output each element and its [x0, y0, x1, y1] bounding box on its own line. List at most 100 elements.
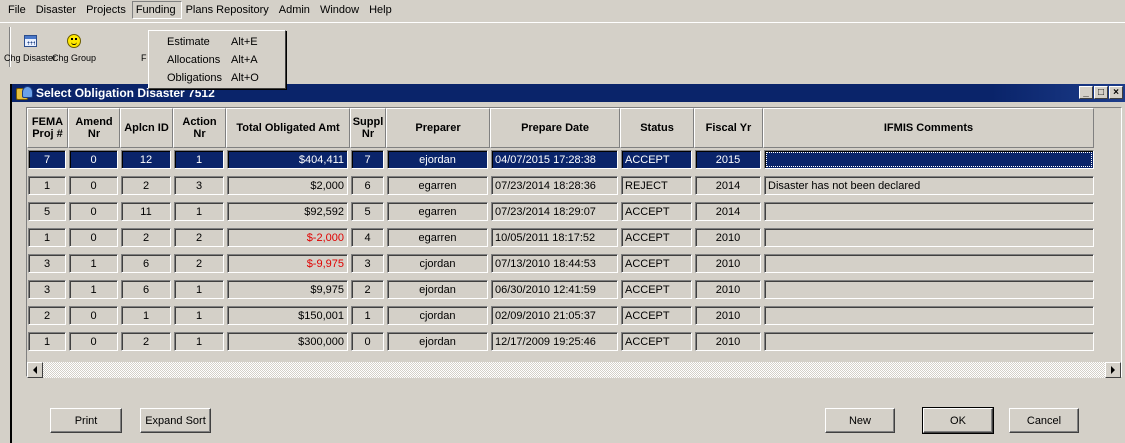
fiscal-yr-header[interactable]: Fiscal Yr — [694, 108, 763, 148]
fiscal-yr-cell[interactable]: 2010 — [695, 306, 761, 325]
total-obligated-amt-cell[interactable]: $9,975 — [227, 280, 348, 299]
table-row[interactable]: 1 0 2 1 $300,000 0 ejordan 12/17/2009 19:25:46 A… — [27, 330, 1123, 351]
menu-item-estimate[interactable]: Estimate Alt+E — [149, 33, 285, 51]
ifmis-comments-cell[interactable] — [764, 202, 1094, 221]
minimize-icon[interactable]: _ — [1079, 86, 1093, 99]
table-row[interactable]: 3 1 6 2 $-9,975 3 cjordan 07/13/2010 18:44:53 AC… — [27, 252, 1123, 273]
suppl-nr-cell[interactable]: 1 — [351, 306, 384, 325]
suppl-nr-cell[interactable]: 7 — [351, 150, 384, 169]
fiscal-yr-cell[interactable]: 2010 — [695, 228, 761, 247]
prepare-date-cell[interactable]: 07/13/2010 18:44:53 — [491, 254, 618, 273]
ifmis-comments-cell[interactable] — [764, 280, 1094, 299]
aplcn-id-cell[interactable]: 2 — [121, 332, 171, 351]
ifmis-comments-cell[interactable]: Disaster has not been declared — [764, 176, 1094, 195]
table-row[interactable]: 2 0 1 1 $150,001 1 cjordan 02/09/2010 21:05:37 A… — [27, 304, 1123, 325]
horizontal-scrollbar[interactable] — [27, 362, 1121, 378]
total-obligated-amt-cell[interactable]: $150,001 — [227, 306, 348, 325]
prepare-date-cell[interactable]: 10/05/2011 18:17:52 — [491, 228, 618, 247]
fema-proj-cell[interactable]: 7 — [28, 150, 66, 169]
close-icon[interactable]: × — [1109, 86, 1123, 99]
amend-nr-cell[interactable]: 0 — [69, 176, 118, 195]
prepare-date-header[interactable]: Prepare Date — [490, 108, 620, 148]
fema-proj-cell[interactable]: 2 — [28, 306, 66, 325]
fema-proj-cell[interactable]: 1 — [28, 176, 66, 195]
aplcn-id-cell[interactable]: 11 — [121, 202, 171, 221]
suppl-nr-cell[interactable]: 6 — [351, 176, 384, 195]
prepare-date-cell[interactable]: 06/30/2010 12:41:59 — [491, 280, 618, 299]
suppl-nr-cell[interactable]: 5 — [351, 202, 384, 221]
amend-nr-cell[interactable]: 1 — [69, 280, 118, 299]
total-obligated-amt-cell[interactable]: $-9,975 — [227, 254, 348, 273]
preparer-cell[interactable]: ejordan — [387, 332, 488, 351]
status-cell[interactable]: ACCEPT — [621, 280, 692, 299]
fiscal-yr-cell[interactable]: 2014 — [695, 202, 761, 221]
expand-sort-button[interactable]: Expand Sort — [140, 408, 211, 433]
preparer-cell[interactable]: cjordan — [387, 254, 488, 273]
menu-funding[interactable]: Funding — [131, 1, 182, 19]
total-obligated-amt-header[interactable]: Total Obligated Amt — [226, 108, 350, 148]
menu-plans-repository[interactable]: Plans Repository — [182, 1, 275, 19]
action-nr-cell[interactable]: 1 — [174, 202, 224, 221]
status-cell[interactable]: ACCEPT — [621, 202, 692, 221]
fiscal-yr-cell[interactable]: 2010 — [695, 332, 761, 351]
menu-disaster[interactable]: Disaster — [32, 1, 82, 19]
suppl-nr-cell[interactable]: 0 — [351, 332, 384, 351]
ifmis-comments-cell[interactable] — [764, 228, 1094, 247]
amend-nr-cell[interactable]: 1 — [69, 254, 118, 273]
status-cell[interactable]: REJECT — [621, 176, 692, 195]
chg-disaster-button[interactable]: Chg Disaster — [4, 33, 56, 67]
ifmis-comments-cell[interactable] — [764, 150, 1094, 169]
scroll-right-icon[interactable] — [1105, 362, 1121, 378]
total-obligated-amt-cell[interactable]: $300,000 — [227, 332, 348, 351]
amend-nr-cell[interactable]: 0 — [69, 150, 118, 169]
ok-button[interactable]: OK — [922, 407, 994, 434]
table-row[interactable]: 5 0 11 1 $92,592 5 egarren 07/23/2014 18:29:07 A… — [27, 200, 1123, 221]
aplcn-id-header[interactable]: Aplcn ID — [120, 108, 173, 148]
table-row[interactable]: 1 0 2 2 $-2,000 4 egarren 10/05/2011 18:17:52 AC… — [27, 226, 1123, 247]
print-button[interactable]: Print — [50, 408, 122, 433]
status-cell[interactable]: ACCEPT — [621, 332, 692, 351]
fema-proj-header[interactable]: FEMA Proj # — [27, 108, 68, 148]
amend-nr-cell[interactable]: 0 — [69, 228, 118, 247]
fiscal-yr-cell[interactable]: 2015 — [695, 150, 761, 169]
status-cell[interactable]: ACCEPT — [621, 228, 692, 247]
preparer-cell[interactable]: cjordan — [387, 306, 488, 325]
fema-proj-cell[interactable]: 3 — [28, 254, 66, 273]
preparer-cell[interactable]: ejordan — [387, 150, 488, 169]
menu-admin[interactable]: Admin — [275, 1, 316, 19]
menu-item-allocations[interactable]: Allocations Alt+A — [149, 51, 285, 69]
fiscal-yr-cell[interactable]: 2014 — [695, 176, 761, 195]
ifmis-comments-cell[interactable] — [764, 306, 1094, 325]
ifmis-comments-header[interactable]: IFMIS Comments — [763, 108, 1094, 148]
preparer-cell[interactable]: egarren — [387, 202, 488, 221]
action-nr-cell[interactable]: 1 — [174, 306, 224, 325]
prepare-date-cell[interactable]: 04/07/2015 17:28:38 — [491, 150, 618, 169]
suppl-nr-cell[interactable]: 2 — [351, 280, 384, 299]
preparer-cell[interactable]: egarren — [387, 176, 488, 195]
amend-nr-cell[interactable]: 0 — [69, 332, 118, 351]
prepare-date-cell[interactable]: 12/17/2009 19:25:46 — [491, 332, 618, 351]
total-obligated-amt-cell[interactable]: $-2,000 — [227, 228, 348, 247]
prepare-date-cell[interactable]: 07/23/2014 18:29:07 — [491, 202, 618, 221]
suppl-nr-header[interactable]: Suppl Nr — [350, 108, 386, 148]
aplcn-id-cell[interactable]: 6 — [121, 254, 171, 273]
prepare-date-cell[interactable]: 07/23/2014 18:28:36 — [491, 176, 618, 195]
table-row[interactable]: 1 0 2 3 $2,000 6 egarren 07/23/2014 18:28:36 REJ… — [27, 174, 1123, 195]
amend-nr-header[interactable]: Amend Nr — [68, 108, 120, 148]
status-cell[interactable]: ACCEPT — [621, 306, 692, 325]
chg-group-button[interactable]: Chg Group — [52, 33, 96, 67]
suppl-nr-cell[interactable]: 4 — [351, 228, 384, 247]
amend-nr-cell[interactable]: 0 — [69, 202, 118, 221]
ifmis-comments-cell[interactable] — [764, 254, 1094, 273]
prepare-date-cell[interactable]: 02/09/2010 21:05:37 — [491, 306, 618, 325]
amend-nr-cell[interactable]: 0 — [69, 306, 118, 325]
fema-proj-cell[interactable]: 1 — [28, 228, 66, 247]
aplcn-id-cell[interactable]: 6 — [121, 280, 171, 299]
fema-proj-cell[interactable]: 1 — [28, 332, 66, 351]
aplcn-id-cell[interactable]: 2 — [121, 176, 171, 195]
aplcn-id-cell[interactable]: 1 — [121, 306, 171, 325]
action-nr-cell[interactable]: 2 — [174, 228, 224, 247]
total-obligated-amt-cell[interactable]: $92,592 — [227, 202, 348, 221]
status-header[interactable]: Status — [620, 108, 694, 148]
fiscal-yr-cell[interactable]: 2010 — [695, 280, 761, 299]
